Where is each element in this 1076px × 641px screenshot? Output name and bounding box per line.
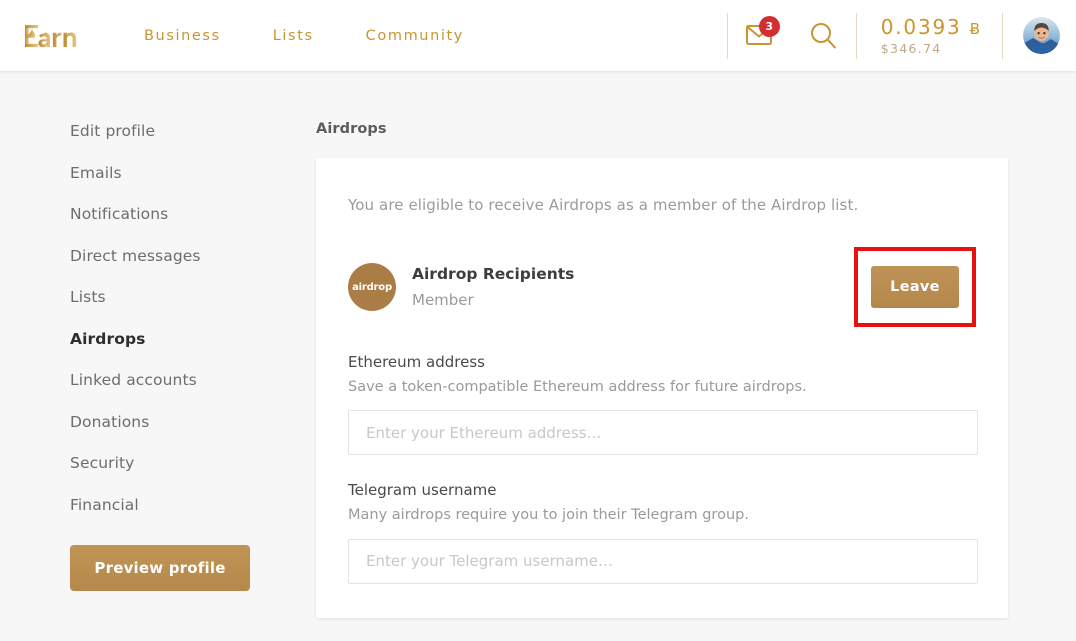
airdrop-list-name: Airdrop Recipients: [412, 265, 575, 284]
bitcoin-symbol-icon: Ƀ: [969, 19, 980, 38]
divider: [1002, 12, 1003, 59]
search-icon: [810, 22, 836, 48]
header-actions: 3 0.0393 Ƀ $346.74: [725, 0, 1076, 71]
airdrop-list-avatar-label: airdrop: [352, 281, 392, 293]
page-body: Edit profile Emails Notifications Direct…: [0, 71, 1076, 641]
ethereum-address-label: Ethereum address: [348, 353, 485, 371]
sidebar-item-airdrops[interactable]: Airdrops: [70, 331, 290, 348]
sidebar-item-financial[interactable]: Financial: [70, 497, 290, 514]
sidebar-item-security[interactable]: Security: [70, 455, 290, 472]
earn-logo-icon: [25, 24, 77, 47]
sidebar-item-lists[interactable]: Lists: [70, 289, 290, 306]
sidebar-item-direct-messages[interactable]: Direct messages: [70, 248, 290, 265]
main-content: Airdrops You are eligible to receive Air…: [316, 71, 1008, 618]
balance-usd: $346.74: [880, 40, 942, 56]
airdrop-list-row: airdrop Airdrop Recipients Member Leave: [348, 247, 976, 327]
messages-badge: 3: [758, 15, 780, 37]
ethereum-address-field-group: Ethereum address Save a token-compatible…: [348, 353, 978, 456]
nav-item-business[interactable]: Business: [118, 22, 247, 50]
messages-button[interactable]: 3: [730, 13, 792, 59]
wallet-balance[interactable]: 0.0393 Ƀ $346.74: [859, 14, 1000, 56]
sidebar-item-notifications[interactable]: Notifications: [70, 206, 290, 223]
nav-item-community[interactable]: Community: [340, 22, 490, 50]
airdrops-card: You are eligible to receive Airdrops as …: [316, 158, 1008, 618]
leave-button[interactable]: Leave: [871, 266, 959, 308]
search-button[interactable]: [792, 13, 854, 59]
earn-logo[interactable]: [24, 21, 80, 51]
settings-sidebar: Edit profile Emails Notifications Direct…: [70, 123, 290, 591]
telegram-username-input[interactable]: [348, 538, 978, 584]
leave-button-highlight-region: Leave: [854, 247, 976, 327]
balance-btc-amount: 0.0393: [880, 14, 962, 39]
airdrop-list-info: Airdrop Recipients Member: [412, 265, 574, 308]
divider: [726, 12, 728, 59]
divider: [855, 12, 857, 59]
sidebar-item-linked-accounts[interactable]: Linked accounts: [70, 372, 290, 389]
top-header: Business Lists Community 3 0.0393 Ƀ $346…: [0, 0, 1076, 71]
ethereum-address-help: Save a token-compatible Ethereum address…: [348, 378, 807, 395]
nav-item-lists[interactable]: Lists: [247, 22, 340, 50]
preview-profile-button[interactable]: Preview profile: [70, 545, 250, 591]
sidebar-item-edit-profile[interactable]: Edit profile: [70, 123, 290, 140]
avatar[interactable]: [1023, 17, 1060, 54]
avatar-image: [1023, 17, 1060, 54]
airdrop-list-avatar: airdrop: [348, 263, 396, 311]
sidebar-item-donations[interactable]: Donations: [70, 414, 290, 431]
telegram-username-help: Many airdrops require you to join their …: [348, 506, 749, 523]
page-title: Airdrops: [316, 121, 387, 137]
airdrop-list-role: Member: [412, 290, 474, 309]
eligibility-text: You are eligible to receive Airdrops as …: [348, 196, 859, 214]
telegram-username-label: Telegram username: [348, 481, 497, 500]
telegram-username-field-group: Telegram username Many airdrops require …: [348, 481, 978, 584]
ethereum-address-input[interactable]: [348, 410, 978, 456]
sidebar-item-emails[interactable]: Emails: [70, 165, 290, 182]
main-nav: Business Lists Community: [118, 22, 490, 50]
balance-btc: 0.0393 Ƀ: [880, 14, 980, 39]
